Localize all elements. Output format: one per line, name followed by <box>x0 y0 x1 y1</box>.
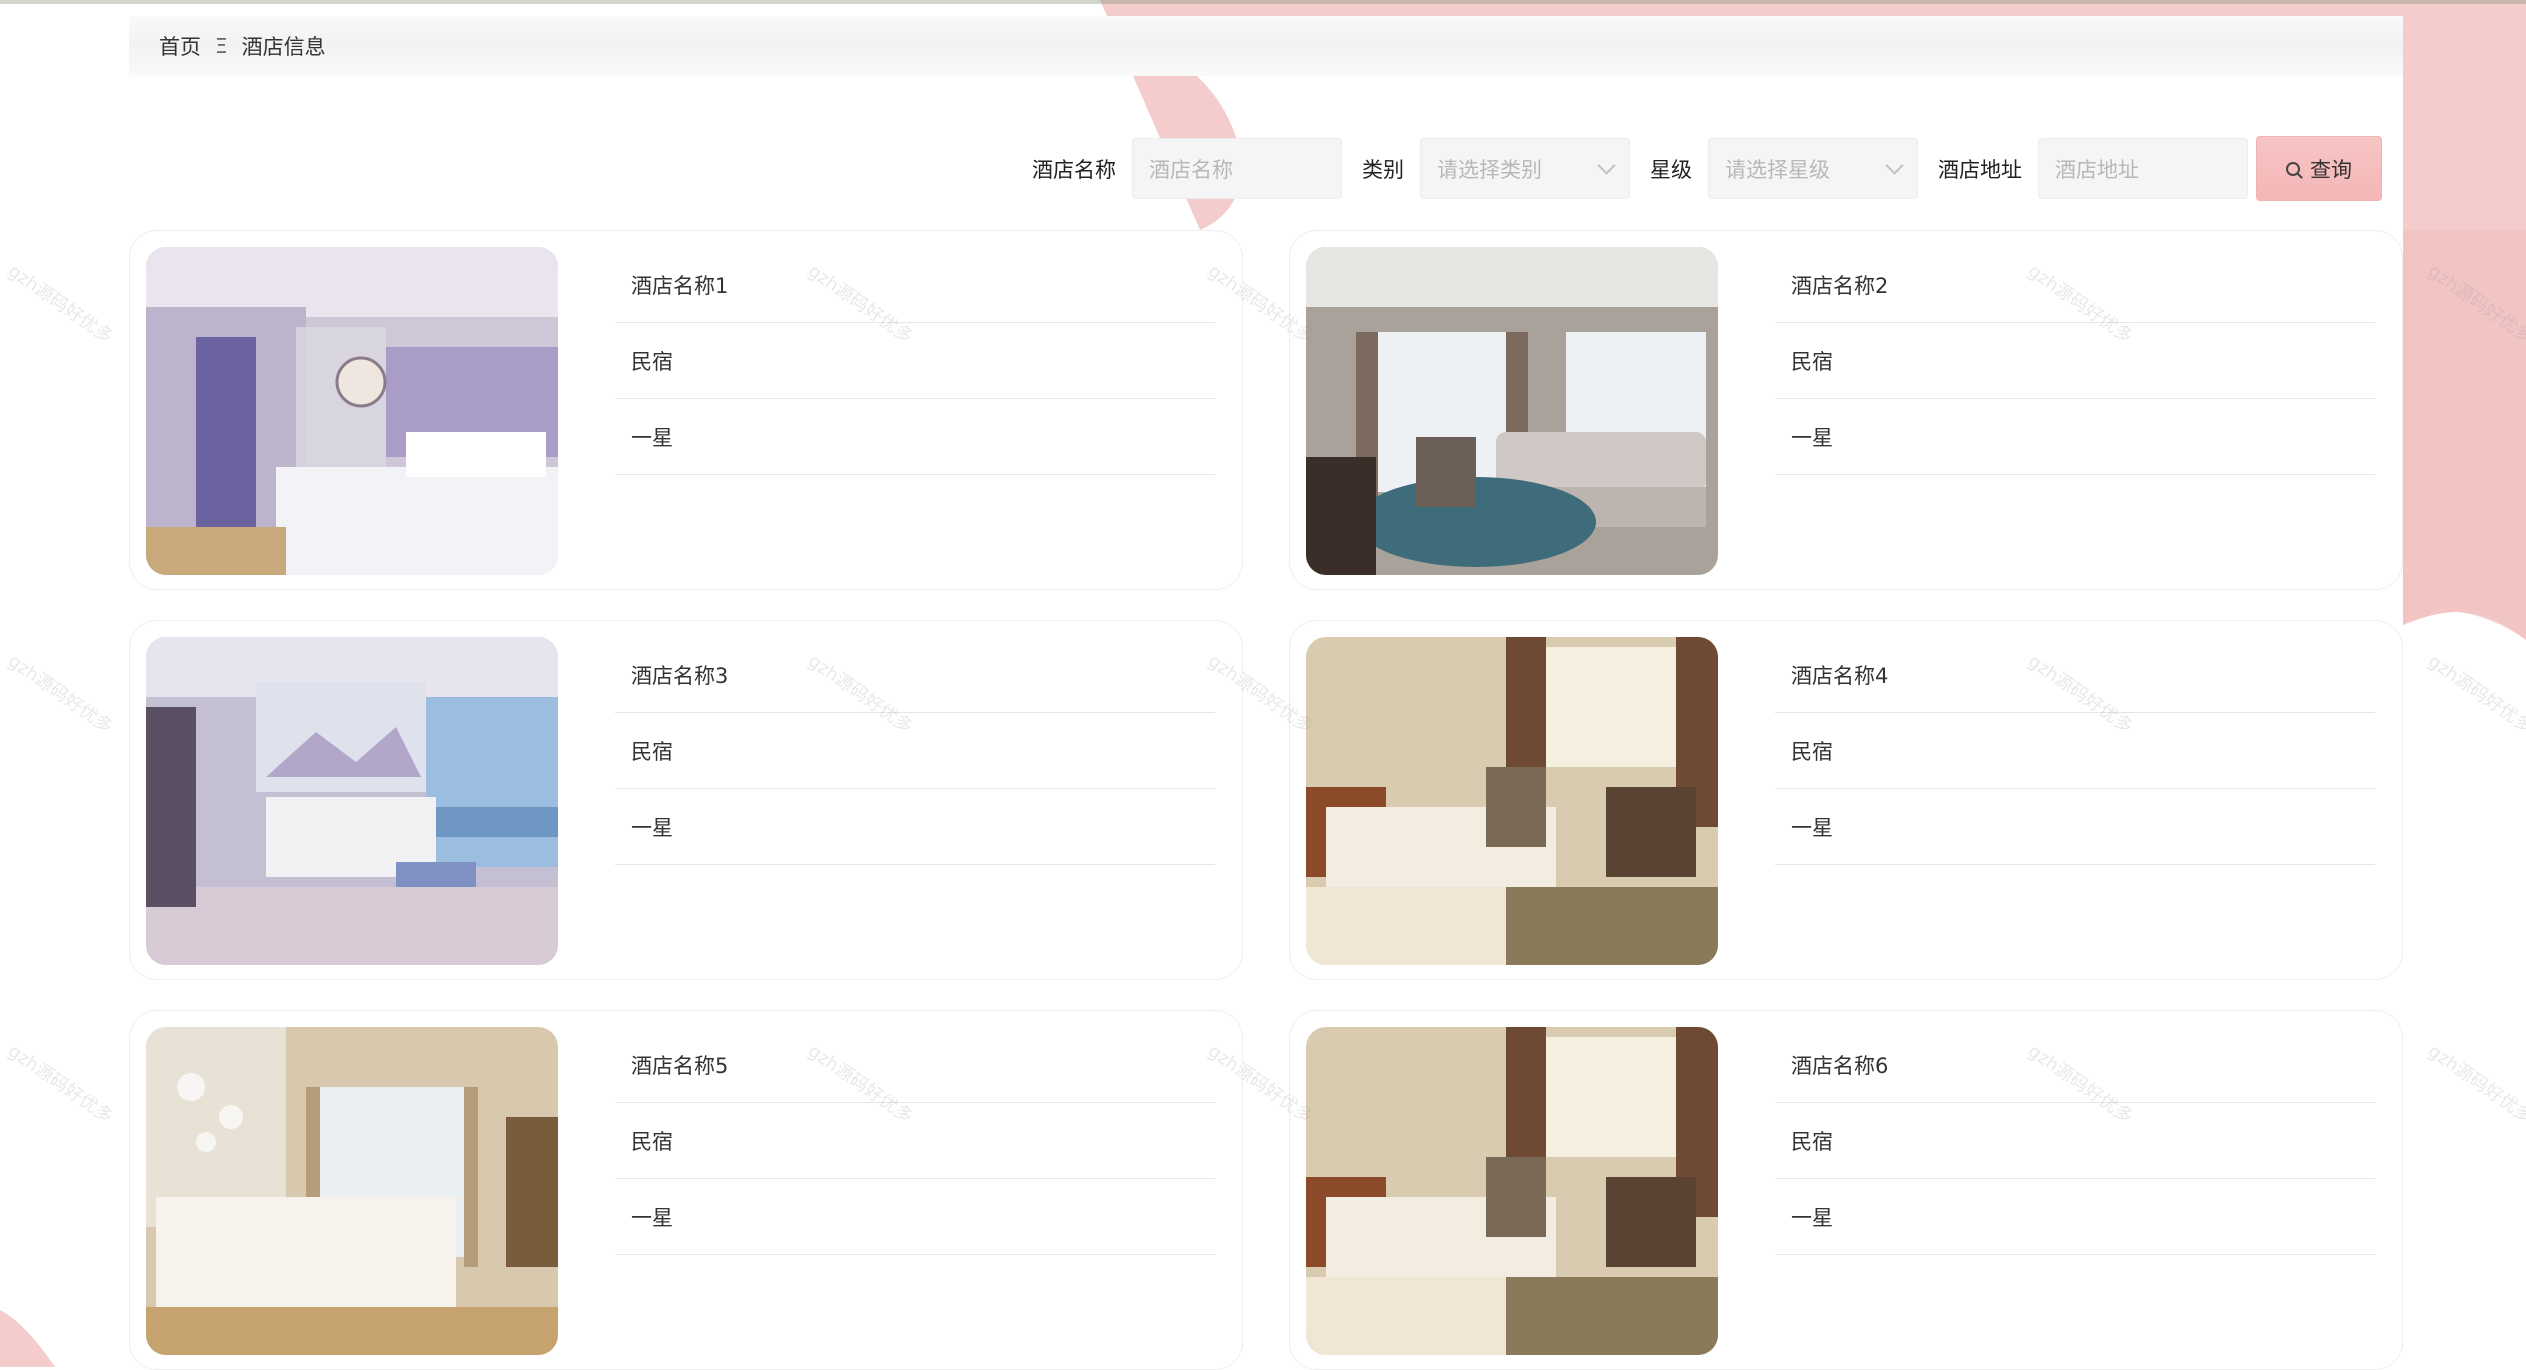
search-bar: 酒店名称 酒店名称 类别 请选择类别 星级 请选择星级 酒店地址 酒店地址 查询 <box>1012 136 2382 201</box>
hotel-name: 酒店名称2 <box>1775 247 2375 323</box>
breadcrumb: 首页 Ξ 酒店信息 <box>129 16 2403 76</box>
breadcrumb-separator: Ξ <box>215 34 228 58</box>
watermark: gzh源码好优多 <box>4 260 117 348</box>
hotel-room-photo[interactable] <box>1306 1027 1718 1355</box>
hotel-category: 民宿 <box>1775 323 2375 399</box>
star-select[interactable]: 请选择星级 <box>1708 138 1918 199</box>
watermark: gzh源码好优多 <box>4 1040 117 1128</box>
hotel-card[interactable]: 酒店名称3 民宿 一星 <box>129 620 1243 980</box>
star-placeholder: 请选择星级 <box>1725 157 1830 182</box>
hotel-name-label: 酒店名称 <box>1032 157 1116 182</box>
hotel-room-photo[interactable] <box>146 247 558 575</box>
hotel-info: 酒店名称4 民宿 一星 <box>1775 637 2375 865</box>
query-button-label: 查询 <box>2310 157 2352 182</box>
hotel-name: 酒店名称3 <box>615 637 1215 713</box>
hotel-room-photo[interactable] <box>1306 637 1718 965</box>
chevron-down-icon <box>1885 156 1904 175</box>
category-label: 类别 <box>1362 157 1404 182</box>
hotel-category: 民宿 <box>1775 1103 2375 1179</box>
hotel-name-placeholder: 酒店名称 <box>1149 157 1233 182</box>
hotel-star: 一星 <box>615 1179 1215 1255</box>
query-button[interactable]: 查询 <box>2256 136 2382 201</box>
address-placeholder: 酒店地址 <box>2055 157 2139 182</box>
hotel-room-photo[interactable] <box>146 1027 558 1355</box>
category-placeholder: 请选择类别 <box>1437 157 1542 182</box>
hotel-star: 一星 <box>1775 1179 2375 1255</box>
hotel-info: 酒店名称6 民宿 一星 <box>1775 1027 2375 1255</box>
hotel-name-input[interactable]: 酒店名称 <box>1132 138 1342 199</box>
hotel-info: 酒店名称5 民宿 一星 <box>615 1027 1215 1255</box>
hotel-name: 酒店名称4 <box>1775 637 2375 713</box>
hotel-room-photo[interactable] <box>146 637 558 965</box>
hotel-category: 民宿 <box>615 713 1215 789</box>
hotel-card[interactable]: 酒店名称6 民宿 一星 <box>1289 1010 2403 1370</box>
hotel-card[interactable]: 酒店名称2 民宿 一星 <box>1289 230 2403 590</box>
watermark: gzh源码好优多 <box>2424 650 2526 738</box>
hotel-category: 民宿 <box>615 1103 1215 1179</box>
hotel-name: 酒店名称6 <box>1775 1027 2375 1103</box>
star-label: 星级 <box>1650 157 1692 182</box>
watermark: gzh源码好优多 <box>2424 260 2526 348</box>
hotel-name: 酒店名称5 <box>615 1027 1215 1103</box>
address-input[interactable]: 酒店地址 <box>2038 138 2248 199</box>
hotel-room-photo[interactable] <box>1306 247 1718 575</box>
hotel-category: 民宿 <box>1775 713 2375 789</box>
watermark: gzh源码好优多 <box>2424 1040 2526 1128</box>
hotel-card[interactable]: 酒店名称4 民宿 一星 <box>1289 620 2403 980</box>
hotel-card[interactable]: 酒店名称1 民宿 一星 <box>129 230 1243 590</box>
hotel-info: 酒店名称3 民宿 一星 <box>615 637 1215 865</box>
watermark: gzh源码好优多 <box>4 650 117 738</box>
top-strip <box>0 0 2526 4</box>
hotel-category: 民宿 <box>615 323 1215 399</box>
hotel-info: 酒店名称1 民宿 一星 <box>615 247 1215 475</box>
chevron-down-icon <box>1597 156 1616 175</box>
address-label: 酒店地址 <box>1938 157 2022 182</box>
category-select[interactable]: 请选择类别 <box>1420 138 1630 199</box>
breadcrumb-current: 酒店信息 <box>241 35 326 59</box>
hotel-star: 一星 <box>615 399 1215 475</box>
hotel-star: 一星 <box>1775 399 2375 475</box>
hotel-name: 酒店名称1 <box>615 247 1215 323</box>
hotel-star: 一星 <box>615 789 1215 865</box>
hotel-card[interactable]: 酒店名称5 民宿 一星 <box>129 1010 1243 1370</box>
hotel-info: 酒店名称2 民宿 一星 <box>1775 247 2375 475</box>
breadcrumb-home[interactable]: 首页 <box>159 31 201 61</box>
hotel-star: 一星 <box>1775 789 2375 865</box>
search-icon <box>2286 161 2300 176</box>
